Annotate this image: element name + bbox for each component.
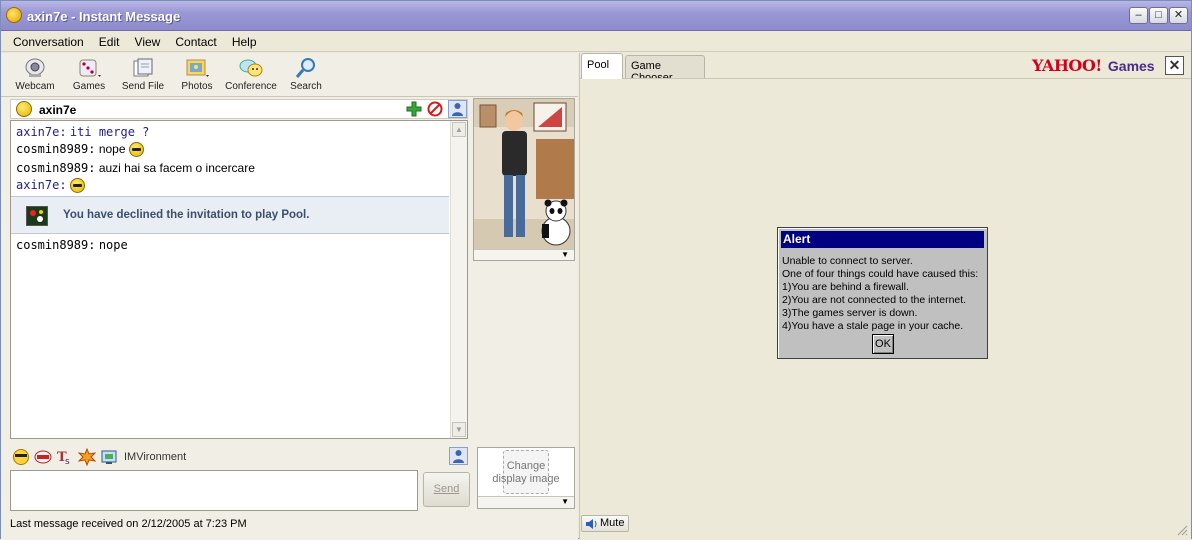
message-line: cosmin8989: nope: [16, 238, 128, 252]
audible-icon[interactable]: [34, 448, 52, 469]
webcam-icon: [22, 57, 48, 79]
window-title: axin7e - Instant Message: [27, 9, 181, 24]
tab-game-chooser[interactable]: Game Chooser: [625, 55, 705, 84]
status-bar: Last message received on 2/12/2005 at 7:…: [10, 518, 247, 530]
im-pane: Webcam Games Send File Photos Conference…: [1, 53, 578, 540]
display-image-menu-arrow-icon[interactable]: ▼: [561, 497, 569, 506]
game-invite-notice: You have declined the invitation to play…: [11, 196, 449, 234]
webcam-button[interactable]: Webcam: [13, 57, 57, 95]
photos-button[interactable]: Photos: [177, 57, 217, 95]
scroll-down-arrow-icon[interactable]: ▼: [452, 422, 466, 437]
close-button[interactable]: ✕: [1169, 7, 1188, 24]
svg-text:s: s: [65, 457, 70, 466]
emoticon-icon: [69, 178, 85, 194]
message-input[interactable]: [10, 470, 418, 511]
resize-grip-icon[interactable]: [1176, 524, 1188, 536]
imvironment-label[interactable]: IMVironment: [124, 451, 186, 463]
magnifier-icon: [293, 57, 319, 79]
emoticon-picker-icon[interactable]: [12, 448, 30, 469]
games-pane: Pool Game Chooser YAHOO! Games ✕ Alert U…: [579, 53, 1191, 539]
message-line: axin7e: iti merge ?: [16, 125, 150, 139]
emoticon-bar: Ts IMVironment: [10, 447, 468, 467]
mute-button[interactable]: Mute: [581, 515, 629, 532]
minimize-button[interactable]: –: [1129, 7, 1148, 24]
send-button[interactable]: Send: [423, 472, 470, 507]
avatar-illustration: [474, 99, 574, 249]
games-button[interactable]: Games: [69, 57, 109, 95]
search-button[interactable]: Search: [287, 57, 325, 95]
photos-icon: [184, 57, 210, 79]
im-toolbar: Webcam Games Send File Photos Conference…: [1, 53, 578, 97]
alert-ok-button[interactable]: OK: [872, 334, 894, 354]
send-file-button[interactable]: Send File: [119, 57, 167, 95]
nudge-icon[interactable]: [77, 447, 97, 469]
conference-button[interactable]: Conference: [225, 57, 277, 95]
avatar-menu-arrow-icon[interactable]: ▼: [561, 250, 569, 259]
change-display-image-label[interactable]: Change: [478, 460, 574, 473]
buddy-status-smiley-icon: [16, 101, 32, 117]
title-bar[interactable]: axin7e - Instant Message – □ ✕: [1, 1, 1191, 31]
buddy-bar: axin7e: [10, 99, 468, 119]
display-image-box[interactable]: Change display image ▼: [477, 447, 575, 509]
menu-bar: Conversation Edit View Contact Help: [1, 32, 1191, 52]
conversation-history[interactable]: axin7e: iti merge ? cosmin8989: nope cos…: [10, 120, 468, 439]
alert-title: Alert: [781, 231, 984, 248]
imvironment-icon[interactable]: [100, 448, 118, 469]
game-area[interactable]: Alert Unable to connect to server. One o…: [580, 78, 1191, 508]
maximize-button[interactable]: □: [1149, 7, 1168, 24]
buddy-avatar[interactable]: ▼: [473, 98, 575, 261]
message-line: cosmin8989: nope: [16, 142, 144, 158]
menu-help[interactable]: Help: [226, 32, 263, 50]
conference-icon: [238, 57, 264, 79]
menu-contact[interactable]: Contact: [169, 32, 222, 50]
im-window: axin7e - Instant Message – □ ✕ Conversat…: [0, 0, 1192, 540]
add-contact-icon[interactable]: [406, 101, 422, 117]
close-games-icon[interactable]: ✕: [1165, 56, 1184, 75]
scroll-up-arrow-icon[interactable]: ▲: [452, 122, 466, 137]
pool-game-icon: [26, 206, 48, 226]
speaker-icon: [585, 518, 599, 535]
menu-conversation[interactable]: Conversation: [7, 32, 90, 50]
dice-icon: [76, 57, 102, 79]
emoticon-icon: [128, 142, 144, 158]
alert-message: Unable to connect to server. One of four…: [782, 255, 979, 332]
buddy-profile-icon[interactable]: [448, 100, 467, 118]
send-file-icon: [130, 57, 156, 79]
my-profile-icon[interactable]: [449, 447, 468, 465]
message-line: cosmin8989: auzi hai sa facem o incercar…: [16, 161, 255, 175]
chat-scrollbar[interactable]: ▲ ▼: [450, 121, 467, 438]
text-format-icon[interactable]: Ts: [56, 448, 74, 469]
yahoo-games-logo: YAHOO! Games: [1032, 56, 1155, 75]
menu-view[interactable]: View: [129, 32, 167, 50]
ignore-contact-icon[interactable]: [427, 101, 443, 117]
messenger-smiley-icon: [6, 7, 22, 23]
alert-dialog: Alert Unable to connect to server. One o…: [777, 227, 988, 359]
message-line: axin7e:: [16, 178, 85, 194]
tab-pool[interactable]: Pool: [581, 53, 623, 79]
buddy-name: axin7e: [39, 103, 77, 117]
menu-edit[interactable]: Edit: [93, 32, 126, 50]
